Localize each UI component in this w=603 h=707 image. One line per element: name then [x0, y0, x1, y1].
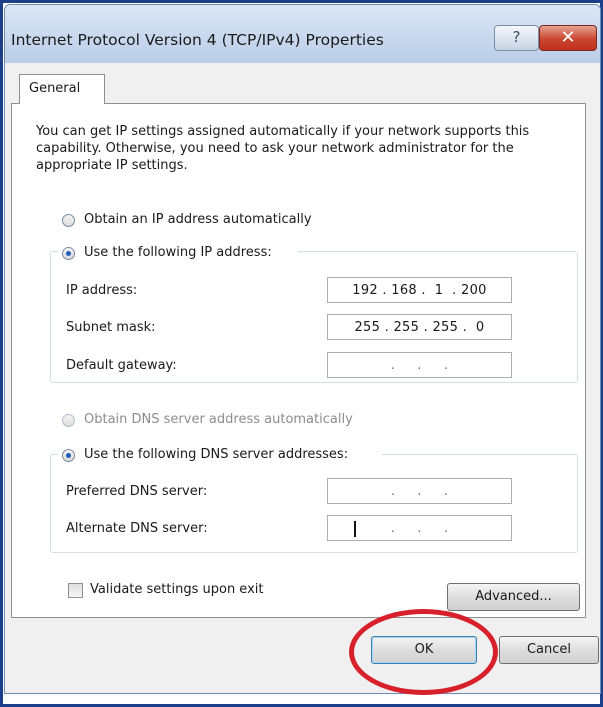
subnet-mask-label: Subnet mask:: [66, 320, 156, 335]
alternate-dns-label: Alternate DNS server:: [66, 521, 208, 536]
tab-general-label: General: [29, 81, 81, 96]
obtain-ip-auto-radio[interactable]: [62, 214, 75, 227]
use-following-dns-radio[interactable]: [62, 449, 75, 462]
close-button[interactable]: ✕: [539, 25, 597, 51]
alternate-dns-field[interactable]: . . .: [327, 515, 512, 541]
obtain-dns-auto-radio[interactable]: [62, 414, 75, 427]
tab-general[interactable]: General: [19, 74, 105, 104]
subnet-mask-value: 255 . 255 . 255 . 0: [354, 320, 485, 335]
intro-text: You can get IP settings assigned automat…: [36, 124, 530, 173]
preferred-dns-field[interactable]: . . .: [327, 478, 512, 504]
dialog-title: Internet Protocol Version 4 (TCP/IPv4) P…: [11, 31, 384, 49]
help-icon: ?: [512, 28, 521, 46]
ip-address-label: IP address:: [66, 283, 138, 298]
subnet-mask-field[interactable]: 255 . 255 . 255 . 0: [327, 314, 512, 340]
obtain-dns-auto-label[interactable]: Obtain DNS server address automatically: [84, 412, 353, 427]
ok-button[interactable]: OK: [371, 636, 477, 664]
use-following-ip-label[interactable]: Use the following IP address:: [84, 245, 272, 260]
help-button[interactable]: ?: [494, 25, 539, 51]
validate-settings-label[interactable]: Validate settings upon exit: [90, 582, 263, 597]
use-following-ip-radio[interactable]: [62, 247, 75, 260]
obtain-ip-auto-label[interactable]: Obtain an IP address automatically: [84, 212, 312, 227]
advanced-button[interactable]: Advanced...: [447, 583, 580, 611]
alternate-dns-value: . . .: [390, 521, 449, 536]
preferred-dns-value: . . .: [390, 484, 449, 499]
default-gateway-value: . . .: [390, 358, 449, 373]
close-icon: ✕: [560, 27, 576, 48]
validate-settings-checkbox[interactable]: [68, 583, 83, 598]
ip-address-value: 192 . 168 . 1 . 200: [352, 283, 487, 298]
ip-address-field[interactable]: 192 . 168 . 1 . 200: [327, 277, 512, 303]
default-gateway-field[interactable]: . . .: [327, 352, 512, 378]
cancel-button[interactable]: Cancel: [499, 636, 599, 664]
title-bar[interactable]: Internet Protocol Version 4 (TCP/IPv4) P…: [5, 5, 600, 63]
default-gateway-label: Default gateway:: [66, 358, 177, 373]
use-following-dns-label[interactable]: Use the following DNS server addresses:: [84, 447, 348, 462]
preferred-dns-label: Preferred DNS server:: [66, 484, 208, 499]
